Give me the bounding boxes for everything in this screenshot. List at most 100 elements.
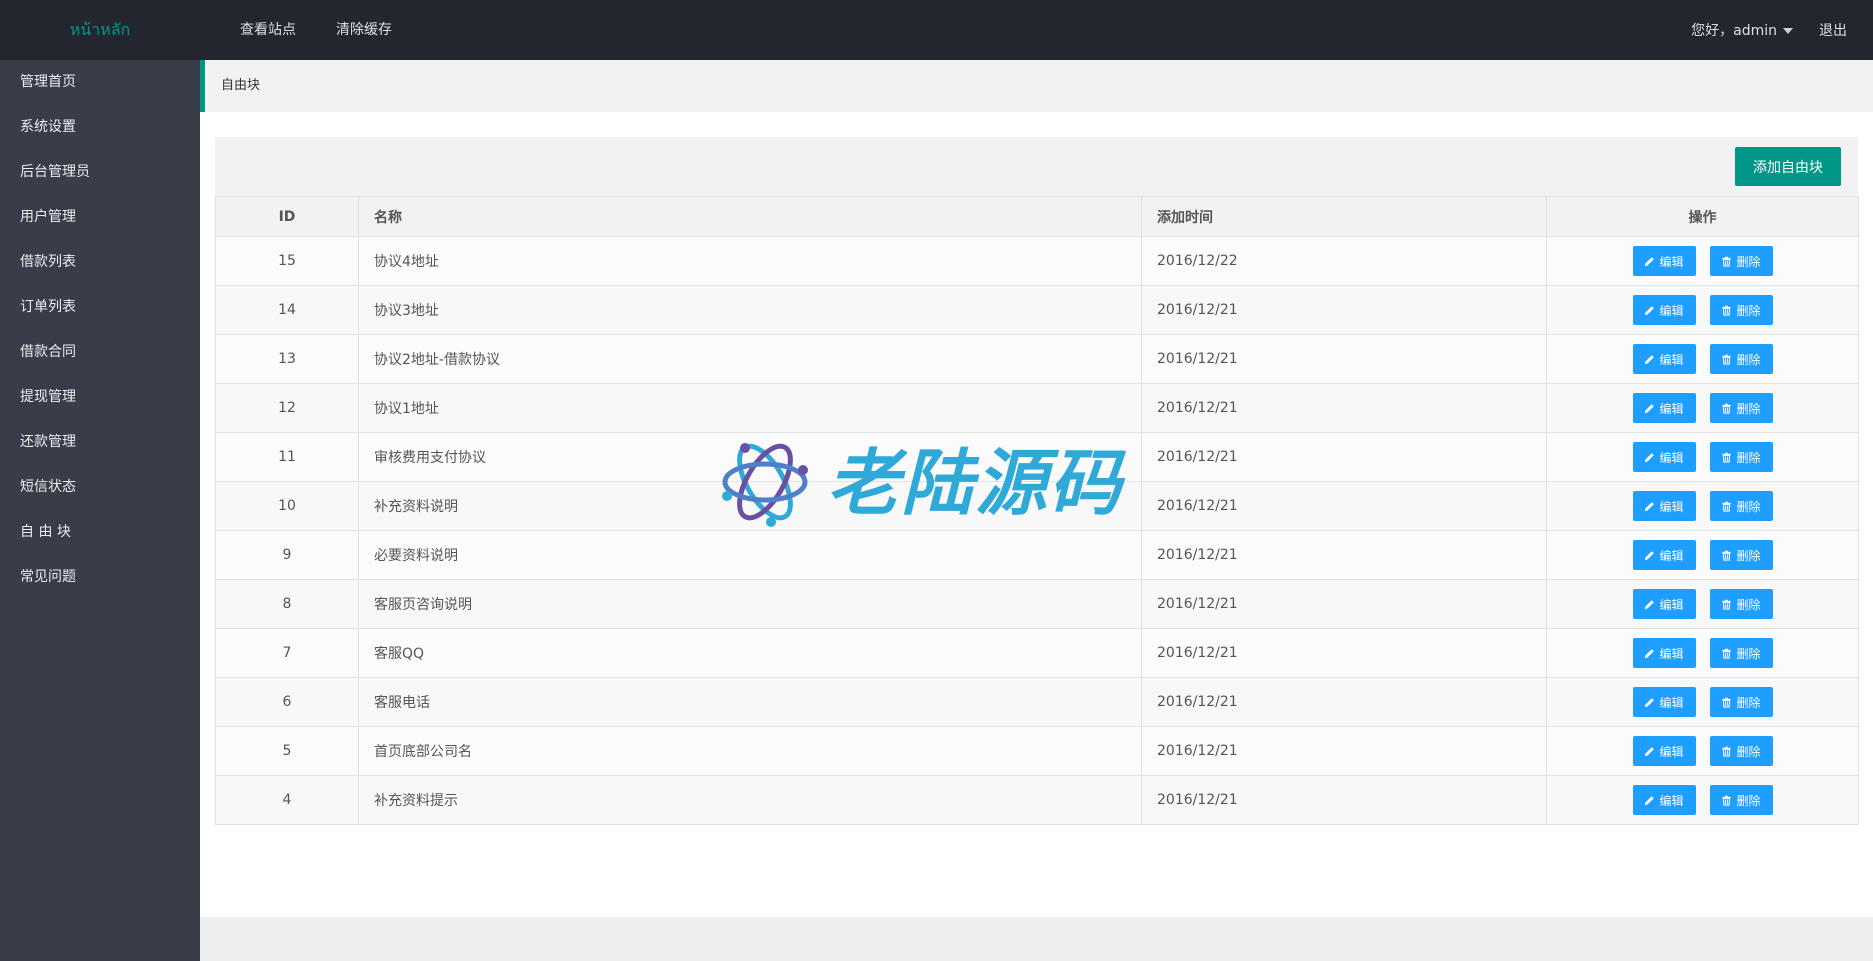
trash-icon xyxy=(1722,403,1732,414)
sidebar-item-2[interactable]: 后台管理员 xyxy=(0,150,200,195)
delete-button[interactable]: 删除 xyxy=(1709,246,1773,276)
table-row: 5 首页底部公司名 2016/12/21 编辑 删除 xyxy=(215,726,1859,776)
trash-icon xyxy=(1722,550,1732,561)
user-greeting: 您好，admin xyxy=(1691,23,1777,39)
table-header-row: ID 名称 添加时间 操作 xyxy=(215,196,1859,237)
sidebar-item-4[interactable]: 借款列表 xyxy=(0,240,200,285)
column-header-id: ID xyxy=(215,196,359,237)
pencil-icon xyxy=(1645,697,1655,707)
add-block-button[interactable]: 添加自由块 xyxy=(1735,147,1841,186)
edit-label: 编辑 xyxy=(1659,450,1684,465)
sidebar-item-10[interactable]: 自 由 块 xyxy=(0,510,200,555)
toolbar: 添加自由块 xyxy=(215,137,1858,197)
cell-actions: 编辑 删除 xyxy=(1546,628,1859,678)
delete-button[interactable]: 删除 xyxy=(1709,393,1773,423)
cell-time: 2016/12/21 xyxy=(1141,677,1547,727)
chevron-down-icon xyxy=(1783,28,1793,34)
sidebar-item-11[interactable]: 常见问题 xyxy=(0,555,200,600)
edit-label: 编辑 xyxy=(1659,303,1684,318)
pencil-icon xyxy=(1645,452,1655,462)
edit-button[interactable]: 编辑 xyxy=(1632,540,1696,570)
cell-time: 2016/12/21 xyxy=(1141,775,1547,825)
sidebar-item-0[interactable]: 管理首页 xyxy=(0,60,200,105)
edit-button[interactable]: 编辑 xyxy=(1632,491,1696,521)
edit-button[interactable]: 编辑 xyxy=(1632,589,1696,619)
table-row: 11 审核费用支付协议 2016/12/21 编辑 删除 xyxy=(215,432,1859,482)
edit-button[interactable]: 编辑 xyxy=(1632,344,1696,374)
edit-button[interactable]: 编辑 xyxy=(1632,687,1696,717)
sidebar-item-8[interactable]: 还款管理 xyxy=(0,420,200,465)
cell-id: 13 xyxy=(215,334,359,384)
nav-view-site[interactable]: 查看站点 xyxy=(220,0,316,60)
delete-button[interactable]: 删除 xyxy=(1709,736,1773,766)
cell-actions: 编辑 删除 xyxy=(1546,579,1859,629)
cell-name: 客服QQ xyxy=(358,628,1142,678)
nav-clear-cache[interactable]: 清除缓存 xyxy=(316,0,412,60)
main-content: 自由块 添加自由块 ID 名称 添加时间 操作 15 协议4地址 2016/12/2… xyxy=(200,60,1873,961)
cell-actions: 编辑 删除 xyxy=(1546,481,1859,531)
pencil-icon xyxy=(1645,403,1655,413)
cell-name: 补充资料说明 xyxy=(358,481,1142,531)
edit-button[interactable]: 编辑 xyxy=(1632,785,1696,815)
cell-time: 2016/12/21 xyxy=(1141,285,1547,335)
delete-label: 删除 xyxy=(1736,401,1761,416)
sidebar-item-6[interactable]: 借款合同 xyxy=(0,330,200,375)
delete-button[interactable]: 删除 xyxy=(1709,295,1773,325)
cell-name: 客服页咨询说明 xyxy=(358,579,1142,629)
edit-button[interactable]: 编辑 xyxy=(1632,442,1696,472)
table-row: 10 补充资料说明 2016/12/21 编辑 删除 xyxy=(215,481,1859,531)
cell-id: 6 xyxy=(215,677,359,727)
breadcrumb: 自由块 xyxy=(200,60,1873,112)
cell-name: 必要资料说明 xyxy=(358,530,1142,580)
pencil-icon xyxy=(1645,599,1655,609)
cell-actions: 编辑 删除 xyxy=(1546,530,1859,580)
edit-button[interactable]: 编辑 xyxy=(1632,393,1696,423)
delete-button[interactable]: 删除 xyxy=(1709,540,1773,570)
delete-label: 删除 xyxy=(1736,597,1761,612)
pencil-icon xyxy=(1645,501,1655,511)
table-row: 9 必要资料说明 2016/12/21 编辑 删除 xyxy=(215,530,1859,580)
delete-button[interactable]: 删除 xyxy=(1709,785,1773,815)
edit-button[interactable]: 编辑 xyxy=(1632,295,1696,325)
user-menu[interactable]: 您好，admin xyxy=(1671,20,1813,40)
logout-link[interactable]: 退出 xyxy=(1813,20,1853,40)
edit-button[interactable]: 编辑 xyxy=(1632,246,1696,276)
trash-icon xyxy=(1722,795,1732,806)
cell-time: 2016/12/21 xyxy=(1141,481,1547,531)
edit-button[interactable]: 编辑 xyxy=(1632,736,1696,766)
edit-label: 编辑 xyxy=(1659,646,1684,661)
top-nav: 查看站点 清除缓存 xyxy=(220,0,412,60)
delete-button[interactable]: 删除 xyxy=(1709,491,1773,521)
cell-actions: 编辑 删除 xyxy=(1546,775,1859,825)
sidebar-item-5[interactable]: 订单列表 xyxy=(0,285,200,330)
cell-id: 10 xyxy=(215,481,359,531)
edit-button[interactable]: 编辑 xyxy=(1632,638,1696,668)
sidebar-item-3[interactable]: 用户管理 xyxy=(0,195,200,240)
delete-button[interactable]: 删除 xyxy=(1709,687,1773,717)
trash-icon xyxy=(1722,452,1732,463)
delete-button[interactable]: 删除 xyxy=(1709,589,1773,619)
delete-button[interactable]: 删除 xyxy=(1709,638,1773,668)
table-row: 7 客服QQ 2016/12/21 编辑 删除 xyxy=(215,628,1859,678)
sidebar-item-7[interactable]: 提现管理 xyxy=(0,375,200,420)
sidebar: 管理首页 系统设置 后台管理员 用户管理 借款列表 订单列表 借款合同 提现管理 还款管理 短信状… xyxy=(0,60,200,961)
pencil-icon xyxy=(1645,550,1655,560)
sidebar-item-1[interactable]: 系统设置 xyxy=(0,105,200,150)
delete-button[interactable]: 删除 xyxy=(1709,344,1773,374)
table-row: 12 协议1地址 2016/12/21 编辑 删除 xyxy=(215,383,1859,433)
delete-label: 删除 xyxy=(1736,499,1761,514)
edit-label: 编辑 xyxy=(1659,793,1684,808)
logo[interactable]: หน้าหลัก xyxy=(0,0,200,60)
pencil-icon xyxy=(1645,795,1655,805)
cell-name: 协议4地址 xyxy=(358,236,1142,286)
table-row: 6 客服电话 2016/12/21 编辑 删除 xyxy=(215,677,1859,727)
delete-label: 删除 xyxy=(1736,548,1761,563)
cell-name: 协议3地址 xyxy=(358,285,1142,335)
cell-id: 7 xyxy=(215,628,359,678)
top-header: หน้าหลัก 查看站点 清除缓存 您好，admin 退出 xyxy=(0,0,1873,60)
cell-actions: 编辑 删除 xyxy=(1546,236,1859,286)
column-header-time: 添加时间 xyxy=(1141,196,1547,237)
sidebar-item-9[interactable]: 短信状态 xyxy=(0,465,200,510)
delete-button[interactable]: 删除 xyxy=(1709,442,1773,472)
cell-time: 2016/12/21 xyxy=(1141,530,1547,580)
